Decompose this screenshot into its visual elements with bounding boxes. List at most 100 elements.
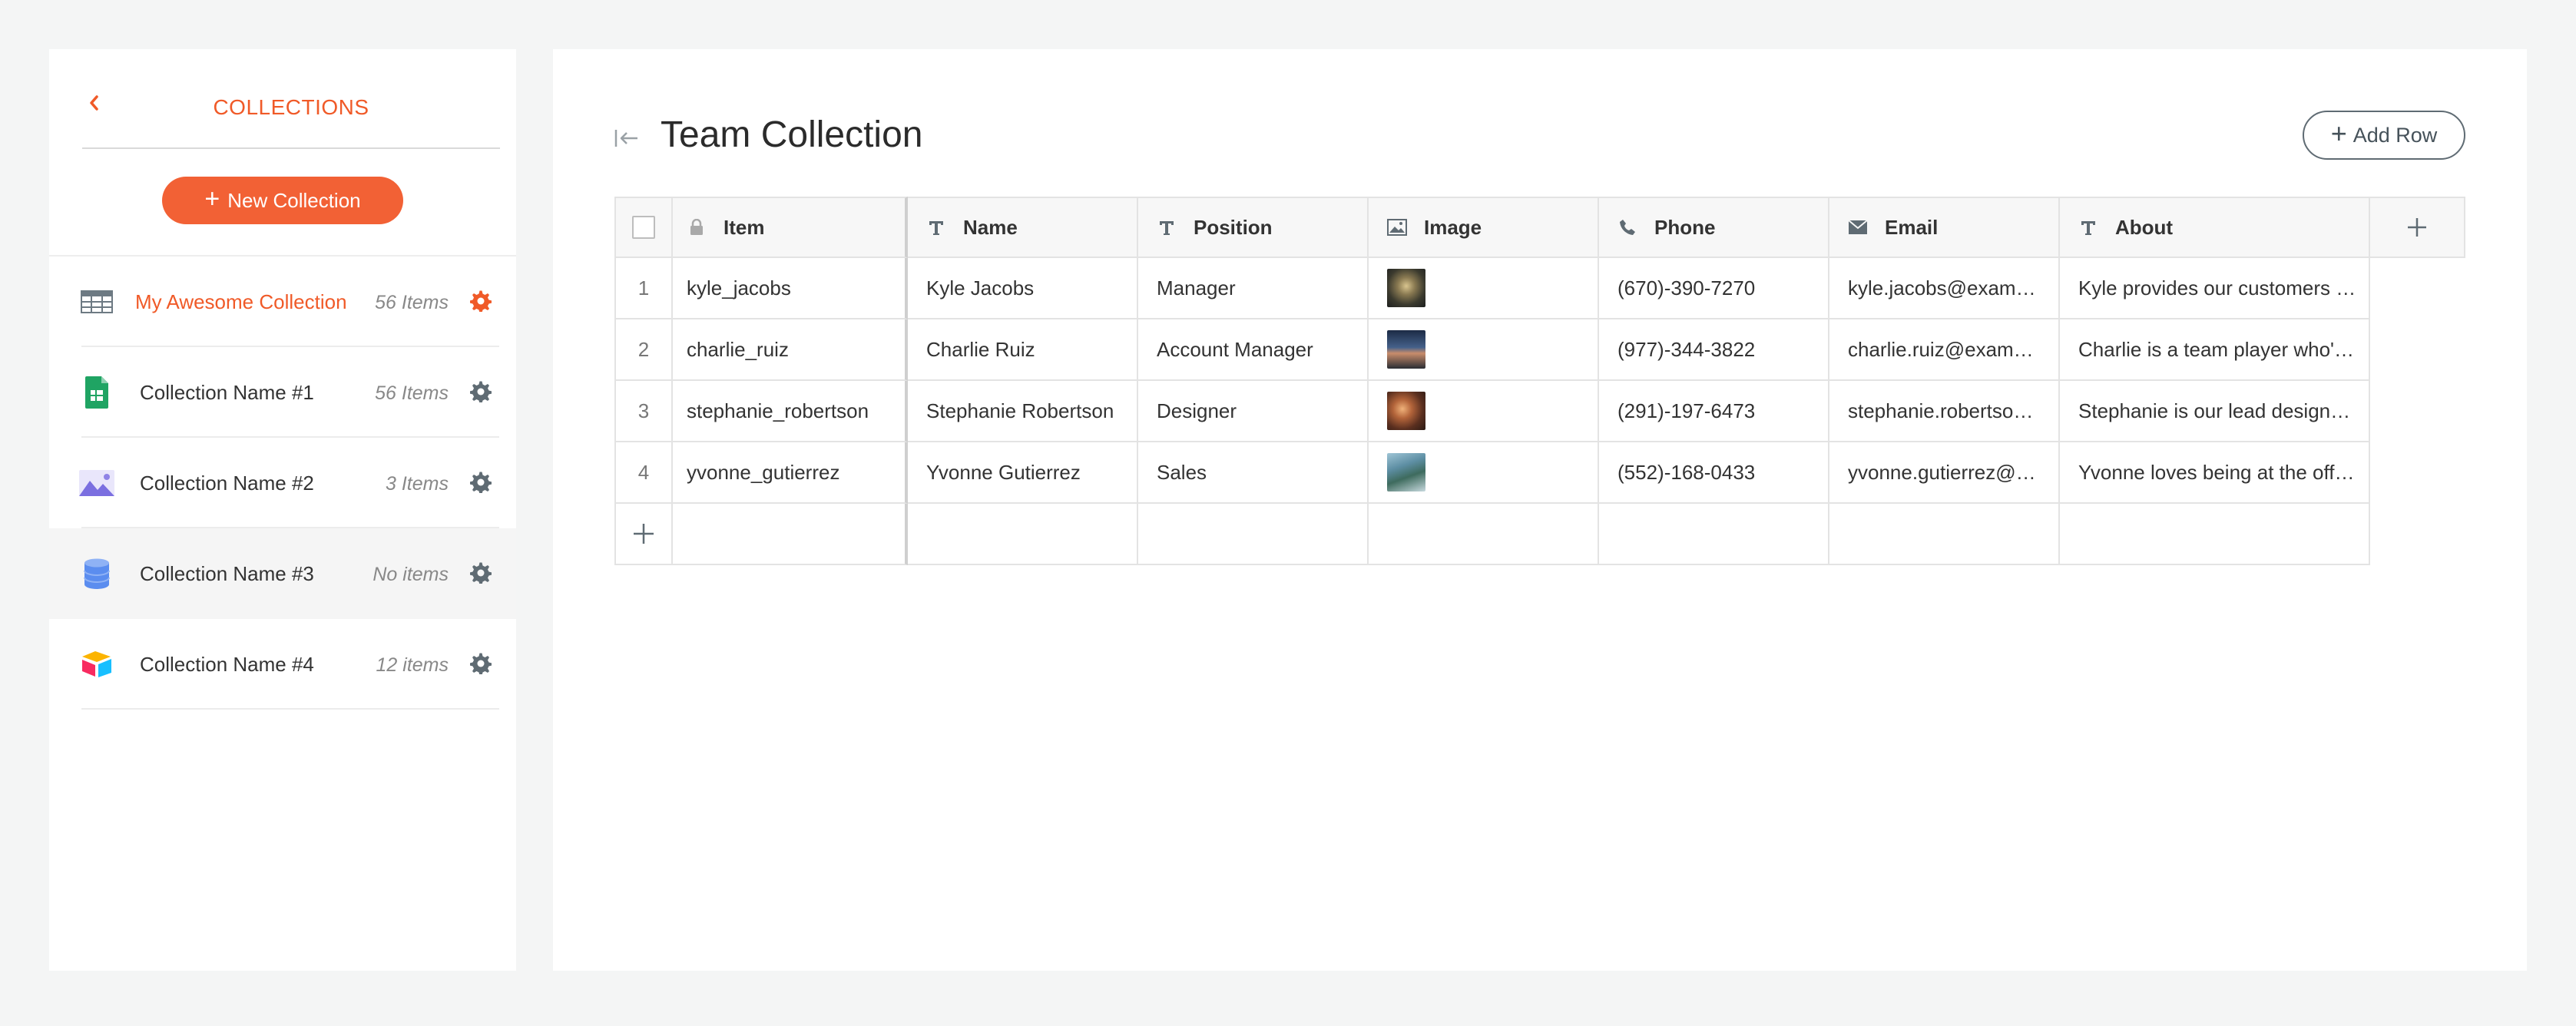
sidebar-header: COLLECTIONS [82,49,500,149]
column-label: Position [1194,215,1273,239]
cell-image[interactable] [1369,381,1599,442]
cell-text: Stephanie is our lead design… [2078,399,2351,422]
cell-phone[interactable]: (552)-168-0433 [1599,442,1829,504]
plus-icon [2408,218,2426,237]
cell-image[interactable] [1369,319,1599,381]
cell-text: (291)-197-6473 [1617,399,1756,422]
column-label: Email [1885,215,1939,239]
image-thumbnail[interactable] [1387,330,1425,369]
gear-icon[interactable] [469,289,493,313]
cell-name[interactable]: Stephanie Robertson [908,381,1138,442]
column-header-name[interactable]: Name [908,197,1138,258]
cell-item[interactable]: stephanie_robertson [673,381,908,442]
image-thumbnail[interactable] [1387,269,1425,307]
cell-email[interactable]: yvonne.gutierrez@… [1829,442,2060,504]
item-divider [81,708,499,710]
column-header-item[interactable]: Item [673,197,908,258]
cell-phone[interactable]: (291)-197-6473 [1599,381,1829,442]
collection-list: My Awesome Collection 56 Items Collectio… [49,256,516,710]
collection-item-3[interactable]: Collection Name #3 No items [49,528,516,619]
image-type-icon [1387,217,1407,237]
plus-icon: + [204,184,220,213]
collection-name: Collection Name #3 [140,562,314,585]
table-row[interactable]: 4 yvonne_gutierrez Yvonne Gutierrez Sale… [614,442,2465,504]
collection-count: 3 Items [386,473,449,495]
collection-item-1[interactable]: Collection Name #1 56 Items [49,347,516,438]
table-row[interactable]: 3 stephanie_robertson Stephanie Robertso… [614,381,2465,442]
collection-count: 56 Items [375,382,449,404]
cell-name[interactable]: Yvonne Gutierrez [908,442,1138,504]
google-sheets-icon [78,374,115,411]
empty-cell [673,504,908,565]
text-type-icon [926,217,946,237]
row-number: 2 [614,319,673,381]
cell-name[interactable]: Charlie Ruiz [908,319,1138,381]
collection-item-2[interactable]: Collection Name #2 3 Items [49,438,516,528]
cell-text: (552)-168-0433 [1617,460,1756,484]
cell-position[interactable]: Designer [1138,381,1369,442]
cell-about[interactable]: Kyle provides our customers … [2060,258,2370,319]
cell-phone[interactable]: (670)-390-7270 [1599,258,1829,319]
collection-count: No items [372,564,449,585]
add-row-inline-button[interactable] [614,504,673,565]
cell-image[interactable] [1369,258,1599,319]
add-row-button[interactable]: + Add Row [2303,111,2465,160]
cell-text: Manager [1157,276,1236,300]
select-all-checkbox[interactable] [632,216,655,239]
cell-about[interactable]: Charlie is a team player who'… [2060,319,2370,381]
table-row[interactable]: 2 charlie_ruiz Charlie Ruiz Account Mana… [614,319,2465,381]
collapse-sidebar-icon[interactable] [611,123,642,154]
plus-icon: + [2330,117,2347,149]
empty-cell [2060,504,2370,565]
column-header-about[interactable]: About [2060,197,2370,258]
collection-name: Collection Name #4 [140,653,314,676]
cell-about[interactable]: Stephanie is our lead design… [2060,381,2370,442]
new-collection-button[interactable]: + New Collection [162,177,403,224]
cell-email[interactable]: charlie.ruiz@exam… [1829,319,2060,381]
column-header-phone[interactable]: Phone [1599,197,1829,258]
cell-item[interactable]: kyle_jacobs [673,258,908,319]
cell-position[interactable]: Sales [1138,442,1369,504]
airtable-icon [78,646,115,683]
image-thumbnail[interactable] [1387,453,1425,491]
database-icon [78,555,115,592]
cell-text: (670)-390-7270 [1617,276,1756,300]
column-header-position[interactable]: Position [1138,197,1369,258]
cell-item[interactable]: charlie_ruiz [673,319,908,381]
email-icon [1848,217,1868,237]
gear-icon[interactable] [469,379,493,404]
image-icon [78,465,115,501]
row-number: 3 [614,381,673,442]
cell-about[interactable]: Yvonne loves being at the off… [2060,442,2370,504]
page-title: Team Collection [661,114,923,155]
collection-item-4[interactable]: Collection Name #4 12 items [49,619,516,710]
gear-icon[interactable] [469,651,493,676]
cell-text: Kyle Jacobs [926,276,1035,300]
cell-phone[interactable]: (977)-344-3822 [1599,319,1829,381]
cell-item[interactable]: yvonne_gutierrez [673,442,908,504]
cell-image[interactable] [1369,442,1599,504]
cell-position[interactable]: Account Manager [1138,319,1369,381]
cell-email[interactable]: kyle.jacobs@exam… [1829,258,2060,319]
cell-name[interactable]: Kyle Jacobs [908,258,1138,319]
add-row-label: Add Row [2353,123,2438,147]
column-label: Image [1424,215,1482,239]
cell-email[interactable]: stephanie.robertso… [1829,381,2060,442]
cell-text: Yvonne loves being at the off… [2078,460,2355,484]
collection-item-my-awesome-collection[interactable]: My Awesome Collection 56 Items [49,256,516,347]
cell-text: Yvonne Gutierrez [926,460,1081,484]
column-label: Item [723,215,765,239]
cell-text: Stephanie Robertson [926,399,1114,422]
gear-icon[interactable] [469,470,493,495]
gear-icon[interactable] [469,561,493,585]
cell-text: Sales [1157,460,1207,484]
table-row[interactable]: 1 kyle_jacobs Kyle Jacobs Manager (670)-… [614,258,2465,319]
column-header-email[interactable]: Email [1829,197,2060,258]
image-thumbnail[interactable] [1387,392,1425,430]
add-column-button[interactable] [2370,197,2465,258]
column-header-image[interactable]: Image [1369,197,1599,258]
column-label: Phone [1654,215,1716,239]
cell-position[interactable]: Manager [1138,258,1369,319]
table-header: Item Name Position Image Phone Email Abo… [614,197,2465,258]
cell-text: stephanie_robertson [687,399,869,422]
